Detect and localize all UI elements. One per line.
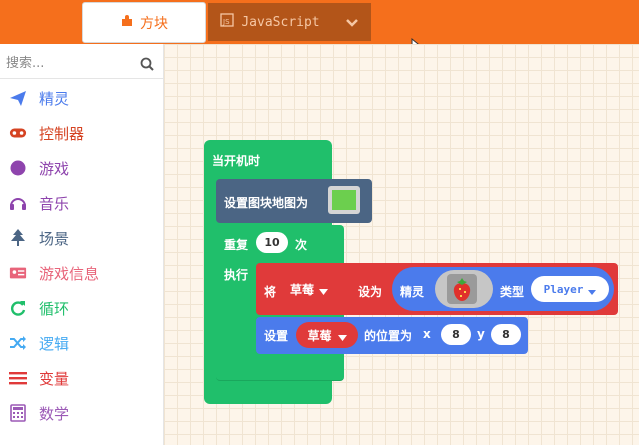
- set-to-label: 设为: [358, 285, 383, 299]
- category-variables[interactable]: 变量: [0, 361, 163, 395]
- calculator-icon: [9, 404, 27, 422]
- category-scene[interactable]: 场景: [0, 221, 163, 255]
- puzzle-icon: [120, 14, 134, 32]
- tab-javascript-label: JavaScript: [241, 14, 320, 30]
- category-math[interactable]: 数学: [0, 396, 163, 430]
- strawberry-icon: [447, 274, 477, 304]
- variable-dropdown[interactable]: 草莓: [290, 277, 352, 301]
- chevron-down-icon: [345, 13, 359, 32]
- toolbox-search: [0, 48, 163, 79]
- tree-icon: [9, 229, 27, 247]
- category-controller[interactable]: 控制器: [0, 116, 163, 150]
- category-game[interactable]: 游戏: [0, 151, 163, 185]
- tab-blocks[interactable]: 方块: [82, 2, 206, 43]
- chevron-down-icon: [319, 280, 329, 299]
- category-label: 音乐: [39, 194, 70, 213]
- search-icon[interactable]: [140, 56, 154, 75]
- refresh-icon: [9, 299, 27, 317]
- x-label: x: [423, 327, 431, 341]
- kind-label: 类型: [500, 285, 525, 299]
- on-start-label: 当开机时: [212, 154, 261, 168]
- category-logic[interactable]: 逻辑: [0, 326, 163, 360]
- sprite-image-picker[interactable]: [435, 270, 493, 308]
- category-label: 场景: [39, 229, 70, 248]
- repeat-label: 重复: [224, 238, 249, 252]
- y-label: y: [477, 327, 485, 341]
- blocks-workspace[interactable]: 当开机时 设置图块地图为 重复 10 次 执行 将 草莓 设为 精灵 类型 Pl…: [164, 44, 639, 445]
- y-value-input[interactable]: 8: [491, 324, 521, 345]
- shuffle-icon: [9, 334, 27, 352]
- js-file-icon: JS: [220, 13, 235, 31]
- kind-value: Player: [543, 282, 584, 296]
- variable-name: 草莓: [290, 282, 315, 297]
- category-loops[interactable]: 循环: [0, 291, 163, 325]
- category-label: 变量: [39, 369, 70, 388]
- sprite-variable-dropdown[interactable]: 草莓: [296, 322, 358, 348]
- tab-javascript[interactable]: JS JavaScript: [208, 3, 332, 41]
- x-value-input[interactable]: 8: [441, 324, 471, 345]
- headphones-icon: [9, 194, 27, 212]
- chevron-down-icon: [588, 280, 597, 299]
- circle-icon: [9, 159, 27, 177]
- do-label: 执行: [224, 268, 249, 282]
- top-bar: 方块 JS JavaScript: [0, 0, 639, 56]
- tab-dropdown-button[interactable]: [332, 3, 371, 41]
- category-game-info[interactable]: 游戏信息: [0, 256, 163, 290]
- list-icon: [9, 369, 27, 387]
- category-label: 精灵: [39, 89, 70, 108]
- category-label: 游戏: [39, 159, 70, 178]
- set-label: 将: [264, 285, 277, 299]
- sprite-label: 精灵: [400, 285, 425, 299]
- search-input[interactable]: [4, 52, 128, 74]
- category-label: 逻辑: [39, 334, 70, 353]
- category-sprites[interactable]: 精灵: [0, 81, 163, 115]
- category-label: 控制器: [39, 124, 85, 143]
- tilemap-picker[interactable]: [328, 186, 360, 214]
- kind-dropdown[interactable]: Player: [531, 276, 609, 302]
- set-tilemap-label: 设置图块地图为: [224, 196, 309, 210]
- repeat-count-input[interactable]: 10: [256, 232, 288, 253]
- paper-plane-icon: [9, 89, 27, 107]
- category-label: 游戏信息: [39, 264, 100, 283]
- chevron-down-icon: [337, 326, 347, 345]
- gamepad-icon: [9, 124, 27, 142]
- sprite-variable-name: 草莓: [307, 328, 332, 343]
- category-label: 循环: [39, 299, 70, 318]
- set-position-label: 设置: [264, 329, 289, 343]
- id-card-icon: [9, 264, 27, 282]
- svg-text:JS: JS: [222, 18, 230, 26]
- tilemap-thumbnail: [332, 190, 356, 210]
- tab-blocks-label: 方块: [140, 15, 168, 32]
- category-music[interactable]: 音乐: [0, 186, 163, 220]
- toolbox-sidebar: 精灵 控制器 游戏 音乐 场景 游戏信息 循环 逻辑 变量 数学: [0, 44, 164, 445]
- times-label: 次: [295, 238, 308, 252]
- category-label: 数学: [39, 404, 70, 423]
- position-to-label: 的位置为: [364, 329, 413, 343]
